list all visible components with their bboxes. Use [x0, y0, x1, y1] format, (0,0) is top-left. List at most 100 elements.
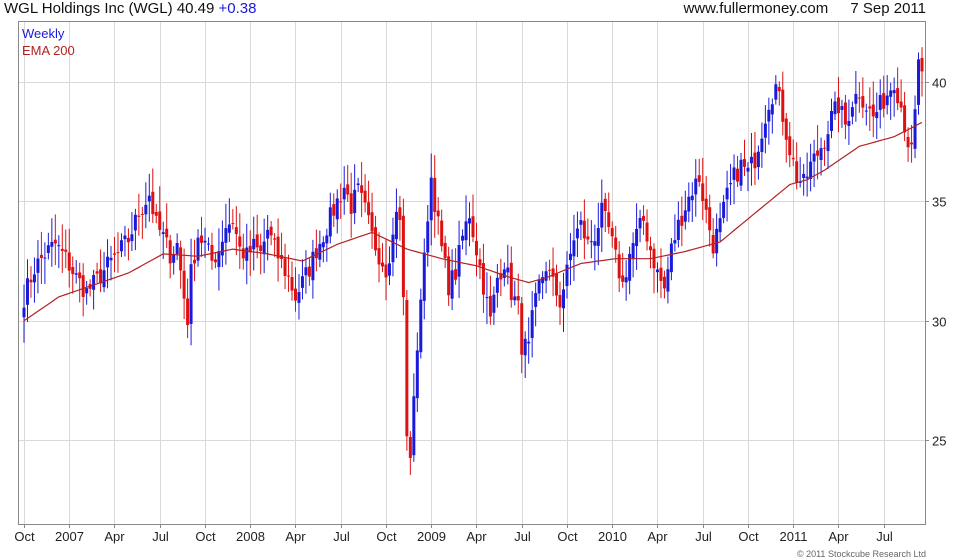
candle-body [360, 185, 364, 193]
candle-body [53, 239, 57, 244]
candle-body [328, 207, 332, 237]
candle-body [586, 236, 590, 240]
x-tick-label: Jul [152, 529, 169, 544]
candle-body [749, 156, 753, 164]
price-chart: 25 30 35 40 Oct 2007 Apr Jul Oct 2008 Apr Jul Oct 200… [14, 21, 946, 544]
candle-body [151, 191, 155, 215]
candle-body [293, 288, 297, 301]
candle-body [885, 95, 889, 106]
candle-body [903, 105, 907, 133]
candle-body [377, 248, 381, 265]
candle-body [816, 150, 820, 156]
candle-body [502, 269, 506, 278]
candle-body [478, 259, 482, 266]
candle-body [419, 299, 423, 353]
candle-body [196, 237, 200, 261]
x-tick-label: Jul [876, 529, 893, 544]
candle-body [384, 264, 388, 278]
candle-body [617, 254, 621, 279]
candle-body [753, 152, 757, 169]
candle-body [304, 267, 308, 276]
candle-body [81, 275, 85, 297]
candle-body [523, 338, 527, 356]
candle-body [60, 248, 64, 251]
legend-ema: EMA 200 [22, 43, 75, 58]
candle-body [440, 220, 444, 247]
candle-body [537, 279, 541, 294]
candle-body [408, 436, 412, 458]
x-tick-label: 2007 [55, 529, 84, 544]
candle-body [544, 271, 548, 281]
candle-body [836, 97, 840, 114]
candle-body [57, 245, 61, 247]
candle-body [614, 237, 618, 250]
candle-body [454, 269, 458, 280]
candle-body [631, 243, 635, 259]
candle-body [878, 95, 882, 110]
candle-body [25, 278, 29, 305]
candle-body [464, 221, 468, 241]
x-tick-label: Oct [14, 529, 35, 544]
candle-body [635, 228, 639, 247]
candle-body [610, 227, 614, 237]
candle-body [857, 97, 861, 99]
candle-body [116, 252, 120, 254]
candle-body [708, 207, 712, 231]
candle-body [774, 84, 778, 100]
candle-body [175, 243, 179, 255]
x-tick-label: Jul [333, 529, 350, 544]
candle-body [593, 241, 597, 246]
candle-body [488, 295, 492, 317]
candle-body [85, 288, 89, 294]
candle-body [154, 211, 158, 216]
candle-body [182, 270, 186, 299]
candle-body [558, 295, 562, 308]
candle-body [596, 228, 600, 246]
candle-body [638, 217, 642, 229]
candle-body [137, 215, 141, 217]
candle-body [144, 204, 148, 215]
x-tick-label: Apr [285, 529, 306, 544]
candle-body [71, 267, 75, 275]
candle-body [165, 228, 169, 238]
candle-body [168, 240, 172, 264]
candle-body [575, 228, 579, 239]
candle-body [266, 229, 270, 239]
candle-body [579, 220, 583, 225]
candle-body [784, 118, 788, 140]
candle-body [889, 90, 893, 97]
candle-body [269, 226, 273, 236]
candle-body [426, 221, 430, 253]
candle-body [603, 198, 607, 211]
legend-period: Weekly [22, 26, 65, 41]
candle-body [850, 107, 854, 117]
candle-body [92, 275, 96, 290]
candle-body [683, 210, 687, 222]
candle-body [447, 256, 451, 296]
candle-body [374, 227, 378, 251]
candle-body [854, 93, 858, 104]
candle-body [739, 159, 743, 186]
candle-body [112, 253, 116, 255]
x-tick-label: Oct [376, 529, 397, 544]
x-tick-label: 2008 [236, 529, 265, 544]
candle-body [607, 212, 611, 228]
x-tick-label: 2011 [780, 529, 808, 544]
candle-body [770, 104, 774, 115]
candlesticks [22, 47, 924, 475]
candle-body [461, 235, 465, 241]
candle-body [520, 303, 524, 355]
candle-body [126, 237, 130, 243]
candle-body [186, 298, 190, 326]
candle-body [624, 277, 628, 283]
candle-body [161, 232, 165, 234]
candle-body [450, 270, 454, 299]
candle-body [297, 292, 301, 303]
candle-body [457, 244, 461, 277]
candle-body [777, 87, 781, 92]
candle-body [255, 234, 259, 248]
candle-body [655, 269, 659, 273]
candle-body [189, 264, 193, 324]
candle-body [892, 90, 896, 94]
candle-body [321, 242, 325, 248]
